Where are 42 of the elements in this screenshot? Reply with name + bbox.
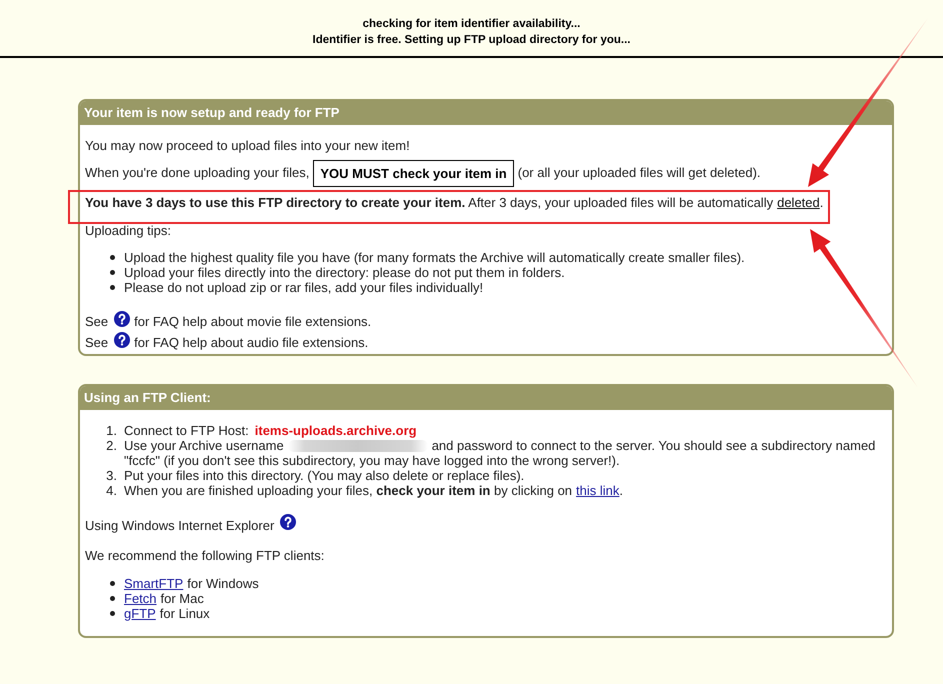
tips-heading: Uploading tips:	[85, 223, 172, 238]
step-text: Put your files into this directory. (You may also delete or replace files).	[124, 468, 526, 483]
panel-title: Your item is now setup and ready for FTP	[80, 101, 892, 125]
bullet-icon	[110, 611, 115, 616]
client-platform: for Linux	[160, 606, 210, 621]
status-message: Identifier is free. Setting up FTP upload directory for you...	[312, 33, 630, 48]
client-link[interactable]: SmartFTP	[124, 576, 184, 591]
step-number: 4.	[105, 483, 118, 498]
client-platform: for Mac	[160, 591, 204, 606]
intro-text: You may now proceed to upload files into your new item!	[85, 138, 411, 153]
step-number: 1.	[105, 423, 118, 438]
ftp-host-address: items-uploads.archive.org	[254, 423, 417, 438]
bullet-icon	[110, 285, 115, 290]
bullet-icon	[110, 596, 115, 601]
bullet-icon	[110, 270, 115, 275]
tip-text: Upload the highest quality file you have (for many formats the Archive will automatically create smaller files).	[124, 250, 745, 265]
recommend-text: We recommend the following FTP clients:	[85, 548, 326, 563]
tip-text: Upload your files directly into the directory: please do not put them in folders.	[124, 265, 565, 280]
faq-hint: See for FAQ help about movie file extensions.	[85, 311, 886, 332]
deleted-link[interactable]: deleted	[777, 195, 820, 210]
check-in-callout: YOU MUST check your item in	[313, 160, 514, 187]
client-platform: for Windows	[187, 576, 259, 591]
faq-hint: See for FAQ help about audio file extensions.	[85, 332, 886, 353]
help-icon[interactable]	[280, 514, 296, 530]
step-text: Use your Archive username and password to connect to the server. You should see a subdirectory named "fccfc" (if you don't see this subdirectory, you may have logged into the wrong server!).	[124, 438, 876, 468]
client-link[interactable]: Fetch	[124, 591, 157, 606]
step-number: 2.	[105, 438, 118, 455]
step-number: 3.	[105, 468, 118, 483]
bullet-icon	[110, 255, 115, 260]
step-text: When you are finished uploading your files, check your item in by clicking on this link.	[124, 483, 624, 498]
step-text: Connect to FTP Host: items-uploads.archive.org	[124, 423, 418, 438]
help-icon[interactable]	[114, 332, 130, 348]
client-link[interactable]: gFTP	[124, 606, 156, 621]
status-message: checking for item identifier availability...	[362, 17, 580, 32]
retention-warning: You have 3 days to use this FTP directory to create your item. After 3 days, your uploaded files will be automatically deleted.	[85, 195, 824, 210]
help-icon[interactable]	[114, 311, 130, 327]
check-in-link[interactable]: this link	[576, 483, 620, 498]
panel-title: Using an FTP Client:	[80, 386, 892, 410]
tip-text: Please do not upload zip or rar files, add your files individually!	[124, 280, 484, 295]
bullet-icon	[110, 581, 115, 586]
checkin-instruction: When you're done uploading your files, YOU MUST check your item in (or all your uploaded files will get deleted).	[85, 160, 886, 187]
ie-label: Using Windows Internet Explorer	[85, 518, 274, 533]
